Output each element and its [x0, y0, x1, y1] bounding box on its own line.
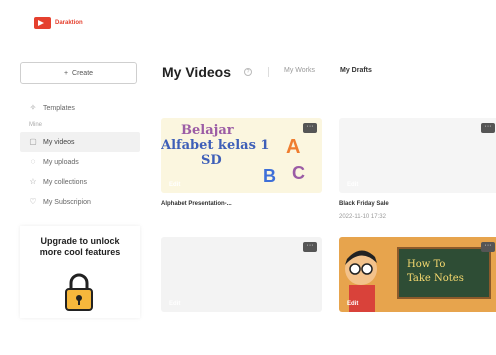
sidebar-item-my-subscription[interactable]: ♡ My Subscripion — [20, 192, 140, 212]
sidebar-item-label: Templates — [43, 104, 75, 112]
sidebar: ✧ Templates Mine ▢ My videos ◌ My upload… — [20, 98, 140, 212]
tab-divider — [268, 67, 269, 77]
create-label: Create — [72, 69, 94, 77]
thumb-letter: B — [263, 166, 276, 186]
edit-label[interactable]: Edit — [169, 182, 180, 188]
thumb-text: Belajar — [181, 123, 234, 138]
more-options-button[interactable]: ··· — [303, 242, 317, 252]
more-options-button[interactable]: ··· — [303, 123, 317, 133]
sidebar-item-label: My videos — [43, 138, 75, 146]
chalkboard: How To Take Notes — [397, 247, 491, 299]
top-bar: Daraktion — [0, 0, 496, 44]
brand-logo[interactable]: Daraktion — [34, 17, 83, 29]
sidebar-item-my-uploads[interactable]: ◌ My uploads — [20, 152, 140, 172]
lock-icon — [65, 273, 93, 311]
thumb-letter: A — [286, 136, 301, 158]
help-icon[interactable]: ? — [244, 68, 252, 76]
upgrade-text: Upgrade to unlock more cool features — [20, 226, 140, 258]
thumb-text: Alfabet kelas 1 — [161, 138, 270, 153]
edit-label[interactable]: Edit — [347, 182, 358, 188]
edit-label[interactable]: Edit — [347, 301, 358, 307]
upload-icon: ◌ — [30, 157, 36, 166]
star-icon: ☆ — [29, 177, 37, 186]
video-icon: ▢ — [29, 137, 37, 146]
brand-name: Daraktion — [55, 20, 83, 26]
page-title: My Videos — [162, 64, 231, 80]
tab-my-drafts[interactable]: My Drafts — [340, 67, 372, 74]
tab-my-works[interactable]: My Works — [284, 67, 315, 74]
thumb-text: How To — [407, 259, 446, 270]
heart-icon: ♡ — [29, 197, 37, 206]
sidebar-item-label: My collections — [43, 178, 87, 186]
sidebar-item-templates[interactable]: ✧ Templates — [20, 98, 140, 118]
plus-icon: + — [63, 69, 69, 77]
sidebar-section-label: Mine — [29, 122, 43, 128]
sidebar-item-label: My Subscripion — [43, 198, 91, 206]
templates-icon: ✧ — [29, 103, 37, 112]
video-card[interactable]: How To Take Notes ··· Edit — [339, 237, 496, 312]
thumb-text: Take Notes — [407, 273, 464, 284]
card-title: Black Friday Sale — [339, 201, 389, 207]
video-card[interactable]: ··· Edit — [339, 118, 496, 193]
video-card[interactable]: Belajar Alfabet kelas 1 SD A B C ··· Edi… — [161, 118, 322, 193]
thumb-text: SD — [201, 153, 222, 168]
card-title: Alphabet Presentation-... — [161, 201, 232, 207]
sidebar-item-my-collections[interactable]: ☆ My collections — [20, 172, 140, 192]
sidebar-item-label: My uploads — [43, 158, 79, 166]
sidebar-item-my-videos[interactable]: ▢ My videos — [20, 132, 140, 152]
create-button[interactable]: + Create — [20, 62, 137, 84]
upgrade-line-2: more cool features — [39, 247, 121, 257]
video-card[interactable]: ··· Edit — [161, 237, 322, 312]
edit-label[interactable]: Edit — [169, 301, 180, 307]
more-options-button[interactable]: ··· — [481, 123, 495, 133]
upgrade-panel[interactable]: Upgrade to unlock more cool features — [20, 226, 140, 318]
more-options-button[interactable]: ··· — [481, 242, 495, 252]
logo-icon — [34, 17, 51, 29]
card-date: 2022-11-10 17:32 — [339, 214, 386, 220]
thumb-letter: C — [292, 163, 305, 183]
upgrade-line-1: Upgrade to unlock — [40, 236, 120, 246]
